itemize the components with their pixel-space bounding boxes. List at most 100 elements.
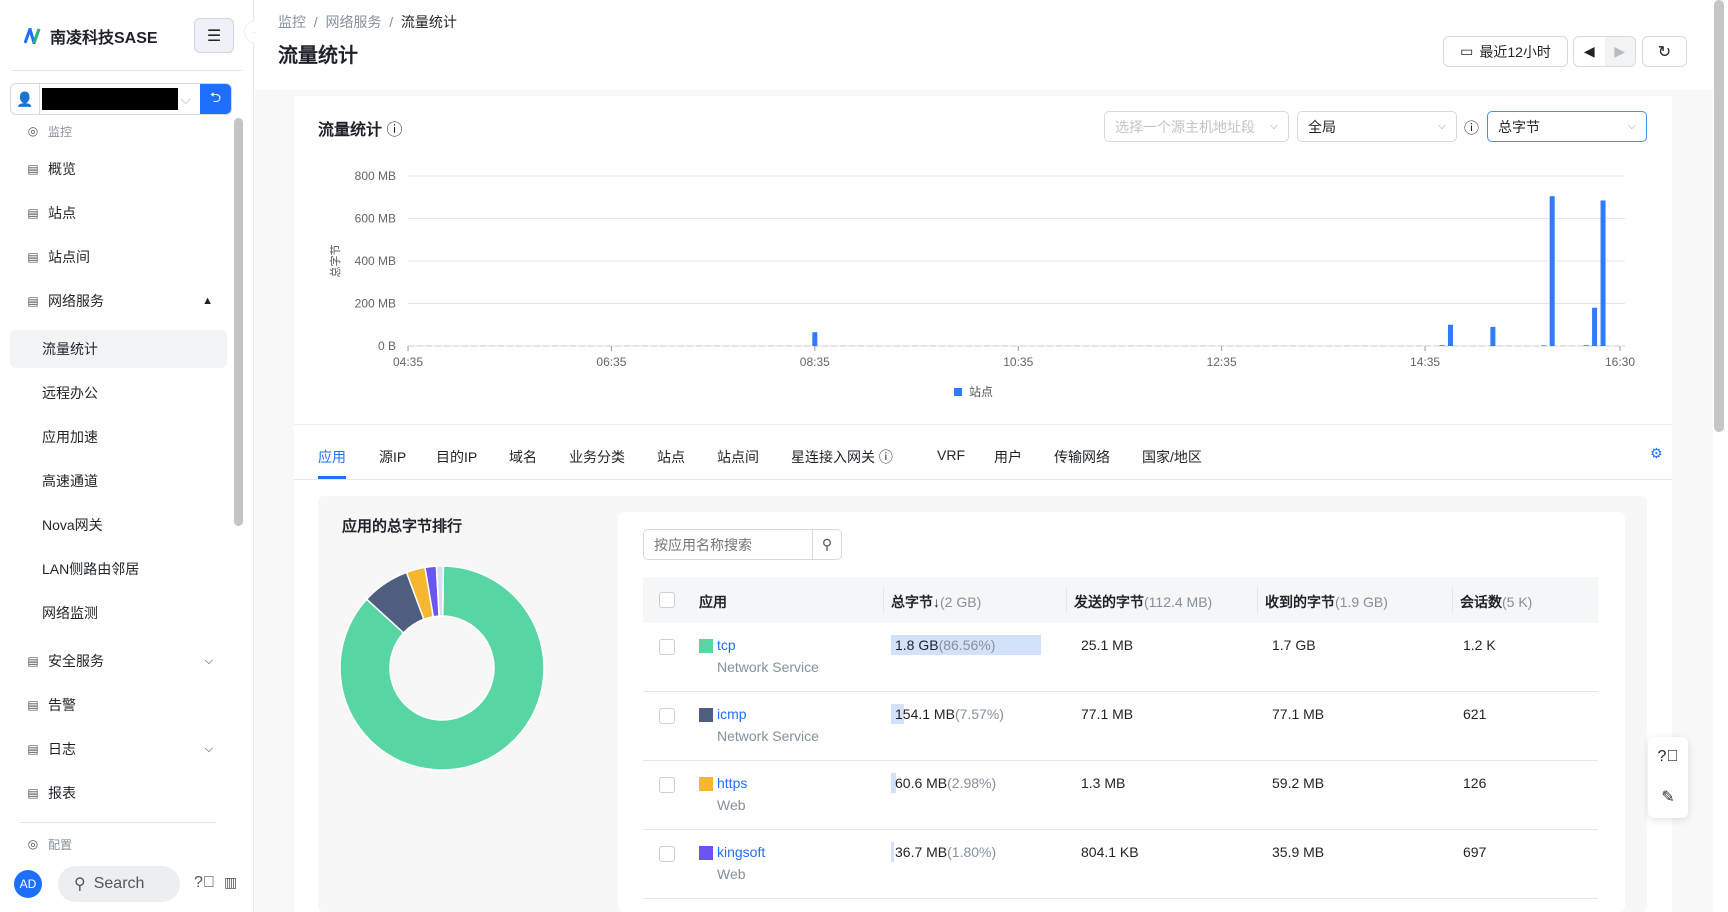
help-icon[interactable]: ?⃝ bbox=[1658, 748, 1679, 766]
breadcrumb-item[interactable]: 网络服务 bbox=[325, 14, 381, 30]
gear-icon[interactable]: ⚙ bbox=[1650, 445, 1663, 462]
sidebar-item[interactable]: ▤ 站点间 bbox=[10, 238, 227, 276]
bar[interactable] bbox=[1592, 307, 1598, 346]
legend-label[interactable]: 站点 bbox=[969, 385, 993, 399]
bar[interactable] bbox=[1583, 345, 1589, 346]
sidebar-item[interactable]: ▤ 站点 bbox=[10, 194, 227, 232]
metric-select[interactable]: 总字节 ⌵ bbox=[1487, 111, 1647, 142]
bar[interactable] bbox=[1490, 326, 1496, 346]
table-row[interactable] bbox=[643, 761, 1598, 830]
bar[interactable] bbox=[1600, 200, 1606, 346]
tab[interactable]: 应用 bbox=[318, 447, 346, 467]
app-link[interactable]: https bbox=[717, 775, 747, 791]
column-divider[interactable] bbox=[1452, 587, 1453, 613]
tab[interactable]: 国家/地区 bbox=[1142, 447, 1202, 467]
tab-label: VRF bbox=[937, 447, 965, 463]
tab[interactable]: 站点间 bbox=[717, 447, 759, 467]
scope-select[interactable]: 全局 ⌵ bbox=[1297, 111, 1457, 142]
sidebar-item[interactable]: ▤ 概览 bbox=[10, 150, 227, 188]
table-row[interactable] bbox=[643, 830, 1598, 899]
table-row[interactable] bbox=[643, 692, 1598, 761]
sidebar-item[interactable]: 高速通道 bbox=[10, 462, 227, 500]
info-icon[interactable]: ⓘ bbox=[879, 449, 893, 465]
next-period-button[interactable]: ▶ bbox=[1604, 37, 1635, 66]
sidebar-item-label: 远程办公 bbox=[42, 385, 98, 401]
switch-account-button[interactable]: ⮌ bbox=[199, 84, 231, 114]
tab[interactable]: 星连接入网关 ⓘ bbox=[791, 447, 893, 467]
menu-toggle-button[interactable]: ☰ bbox=[194, 18, 234, 53]
tab[interactable]: 业务分类 bbox=[569, 447, 625, 467]
sidebar-item[interactable]: ▤ 日志 ⌵ bbox=[10, 730, 227, 768]
row-checkbox[interactable] bbox=[659, 708, 675, 724]
bar[interactable] bbox=[1447, 324, 1453, 346]
bar[interactable] bbox=[1549, 196, 1555, 346]
row-checkbox[interactable] bbox=[659, 777, 675, 793]
brand-logo: 南凌科技SASE bbox=[24, 24, 158, 48]
tab[interactable]: 站点 bbox=[657, 447, 685, 467]
total-bytes-share: (7.57%) bbox=[954, 706, 1004, 722]
column-header[interactable]: 发送的字节(112.4 MB) bbox=[1074, 592, 1212, 612]
tab[interactable]: VRF bbox=[937, 447, 965, 463]
tab[interactable]: 目的IP bbox=[436, 447, 477, 467]
sidebar-item[interactable]: 应用加速 bbox=[10, 418, 227, 456]
tab-label: 应用 bbox=[318, 449, 346, 465]
column-divider[interactable] bbox=[883, 587, 884, 613]
bar[interactable] bbox=[812, 332, 818, 346]
sidebar-item[interactable]: 远程办公 bbox=[10, 374, 227, 412]
select-all-checkbox[interactable] bbox=[659, 592, 675, 608]
app-link[interactable]: icmp bbox=[717, 706, 747, 722]
sidebar-item[interactable]: ▤ 告警 bbox=[10, 686, 227, 724]
bar[interactable] bbox=[1439, 345, 1445, 346]
tab[interactable]: 用户 bbox=[994, 447, 1022, 467]
app-color-swatch bbox=[699, 708, 713, 722]
tab[interactable]: 域名 bbox=[509, 447, 537, 467]
search-button[interactable]: ⚲ Search bbox=[58, 866, 180, 902]
total-bytes: 36.7 MB(1.80%) bbox=[895, 844, 996, 860]
app-link[interactable]: kingsoft bbox=[717, 844, 765, 860]
column-divider[interactable] bbox=[1257, 587, 1258, 613]
help-icon[interactable]: ?⃝ bbox=[194, 874, 215, 892]
sidebar-item[interactable]: LAN侧路由邻居 bbox=[10, 550, 227, 588]
sidebar-item[interactable]: ▤ 网络服务 ▲ bbox=[10, 282, 227, 320]
y-axis-label: 总字节 bbox=[328, 245, 342, 278]
row-checkbox[interactable] bbox=[659, 639, 675, 655]
table-row[interactable] bbox=[643, 623, 1598, 692]
time-range-button[interactable]: ▭ 最近12小时 bbox=[1443, 36, 1568, 67]
refresh-button[interactable]: ↻ bbox=[1642, 36, 1687, 67]
tab[interactable]: 传输网络 bbox=[1054, 447, 1110, 467]
breadcrumb-item[interactable]: 监控 bbox=[278, 14, 306, 30]
page-scrollbar[interactable] bbox=[1714, 0, 1724, 432]
column-divider[interactable] bbox=[1066, 587, 1067, 613]
prev-period-button[interactable]: ◀ bbox=[1574, 43, 1605, 60]
column-header[interactable]: 收到的字节(1.9 GB) bbox=[1265, 592, 1388, 612]
redacted-account bbox=[42, 88, 179, 110]
row-checkbox[interactable] bbox=[659, 846, 675, 862]
column-header[interactable]: 应用 bbox=[699, 592, 727, 612]
edit-icon[interactable]: ✎ bbox=[1661, 787, 1674, 807]
tab[interactable]: 源IP bbox=[379, 447, 406, 467]
tab-label: 站点间 bbox=[717, 449, 759, 465]
sidebar-item-label: 配置 bbox=[48, 837, 73, 852]
avatar[interactable]: AD bbox=[14, 870, 42, 898]
app-search-input[interactable] bbox=[644, 530, 812, 559]
network-service-icon: ▤ bbox=[27, 294, 39, 308]
sidebar-scrollbar[interactable] bbox=[234, 118, 243, 526]
sidebar-item[interactable]: ▤ 报表 bbox=[10, 774, 227, 812]
chart-icon[interactable]: ▥ bbox=[224, 874, 237, 891]
bar[interactable] bbox=[1541, 345, 1547, 346]
column-header[interactable]: 总字节↓(2 GB) bbox=[891, 592, 981, 612]
config-icon: ◎ bbox=[27, 837, 39, 851]
y-tick-label: 800 MB bbox=[355, 169, 396, 183]
sidebar-item[interactable]: ▤ 安全服务 ⌵ bbox=[10, 642, 227, 680]
info-icon[interactable]: ⓘ bbox=[386, 122, 402, 139]
info-icon[interactable]: ⓘ bbox=[1464, 117, 1479, 138]
sidebar-item[interactable]: 网络监测 bbox=[10, 594, 227, 632]
source-host-select[interactable]: 选择一个源主机地址段 ⌵ bbox=[1104, 111, 1289, 142]
search-icon[interactable]: ⚲ bbox=[812, 530, 841, 559]
sidebar-item[interactable]: Nova网关 bbox=[10, 506, 227, 544]
account-selector[interactable]: 👤 ⌵ ⮌ bbox=[10, 83, 232, 115]
app-link[interactable]: tcp bbox=[717, 637, 736, 653]
app-category: Web bbox=[717, 866, 746, 882]
sidebar-item[interactable]: 流量统计 bbox=[10, 330, 227, 368]
column-header[interactable]: 会话数(5 K) bbox=[1460, 592, 1532, 612]
